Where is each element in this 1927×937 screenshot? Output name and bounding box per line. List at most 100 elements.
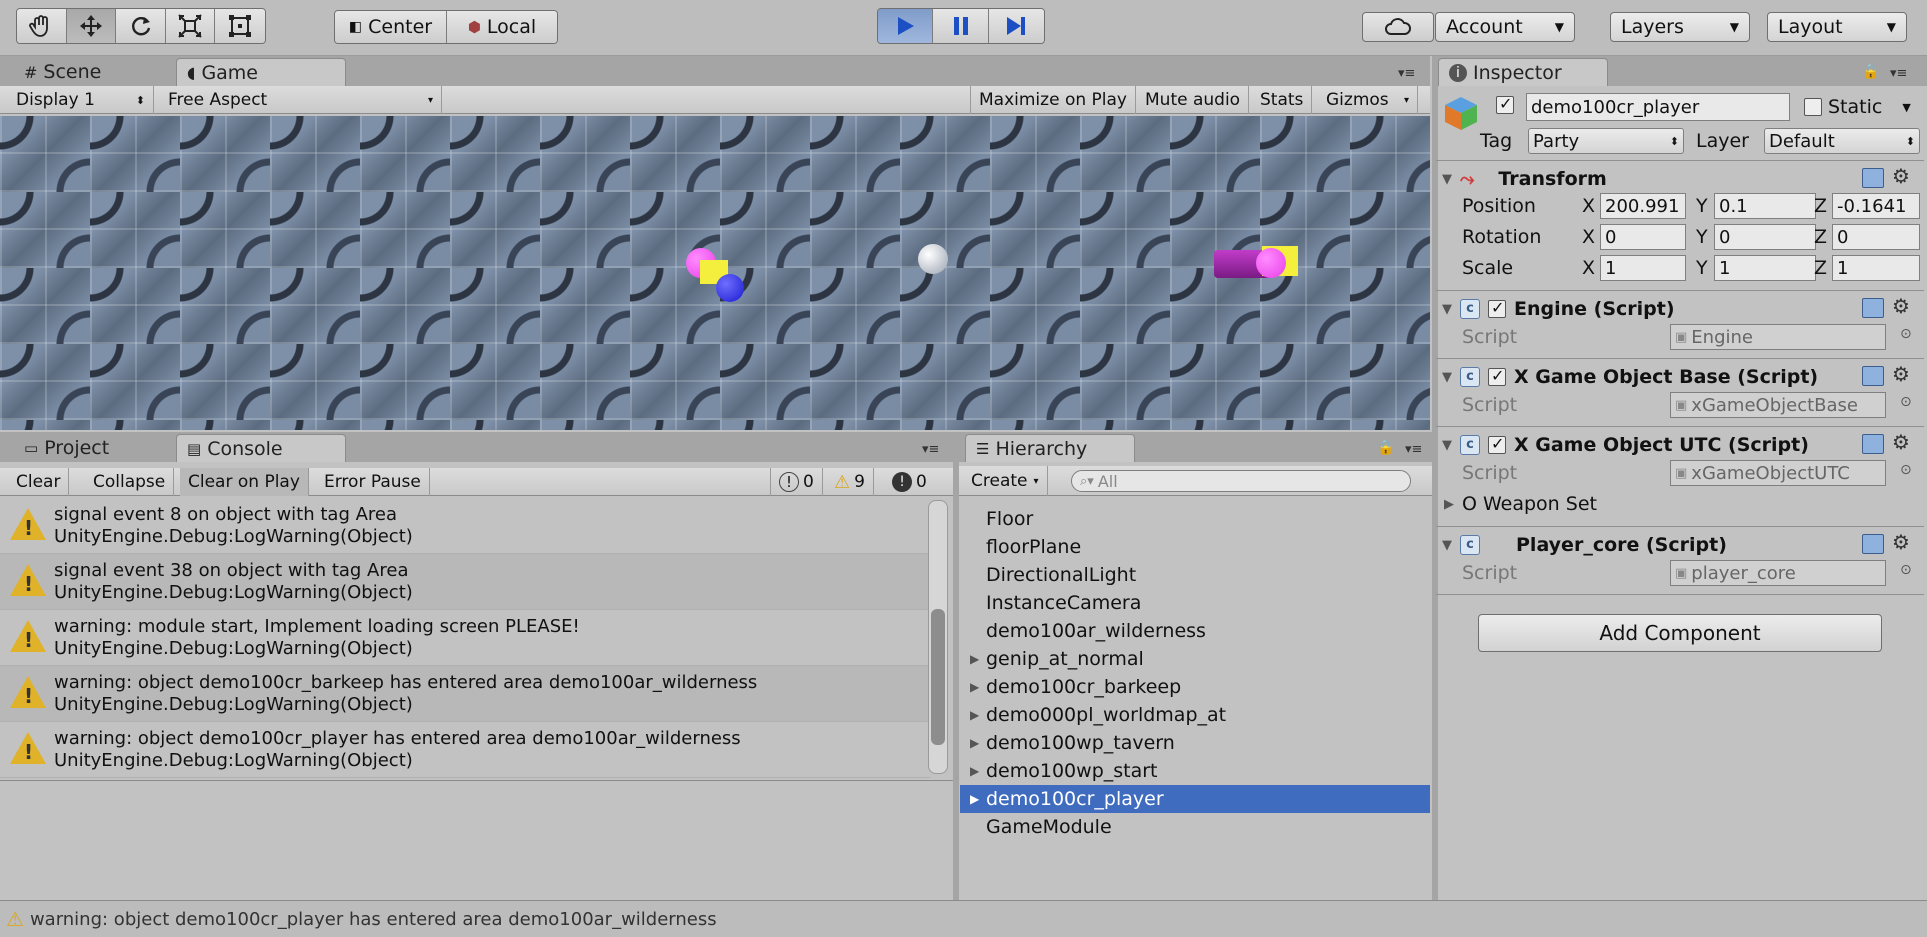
- scale-y-field[interactable]: 1: [1714, 255, 1816, 281]
- stats-toggle[interactable]: Stats: [1252, 86, 1313, 114]
- static-toggle[interactable]: Static ▼: [1804, 96, 1911, 118]
- add-component-button[interactable]: Add Component: [1478, 614, 1882, 652]
- panel-menu-icon[interactable]: ▾≡: [1405, 442, 1422, 457]
- hierarchy-item[interactable]: ▶ demo100cr_barkeep: [960, 673, 1430, 701]
- scale-z-field[interactable]: 1: [1832, 255, 1920, 281]
- move-tool-button[interactable]: [66, 9, 117, 43]
- status-bar[interactable]: ⚠ warning: object demo100cr_player has e…: [0, 900, 1927, 937]
- log-entry[interactable]: signal event 8 on object with tag Area U…: [0, 498, 930, 554]
- object-picker-icon[interactable]: ⊙: [1900, 394, 1912, 410]
- expand-arrow-icon[interactable]: ▶: [970, 792, 984, 806]
- gear-icon[interactable]: ⚙: [1892, 430, 1910, 454]
- warning-count-toggle[interactable]: ⚠ 9: [826, 468, 874, 496]
- info-count-toggle[interactable]: ! 0: [770, 468, 823, 496]
- script-field[interactable]: ▣ Engine: [1670, 324, 1886, 350]
- display-dropdown[interactable]: Display 1 ⬍: [8, 86, 154, 114]
- error-pause-toggle[interactable]: Error Pause: [316, 468, 430, 496]
- pivot-local-button[interactable]: ⬢ Local: [447, 11, 557, 43]
- pivot-center-button[interactable]: ◧ Center: [335, 11, 447, 43]
- scrollbar-thumb[interactable]: [931, 609, 945, 745]
- tab-project[interactable]: ▭ Project: [14, 434, 119, 462]
- xgob-component-header[interactable]: ▼ c X Game Object Base (Script): [1436, 360, 1924, 394]
- hierarchy-item[interactable]: ▶ demo100wp_start: [960, 757, 1430, 785]
- aspect-dropdown[interactable]: Free Aspect ▾: [160, 86, 442, 114]
- play-button[interactable]: [878, 9, 934, 43]
- hierarchy-item[interactable]: ▶ demo100wp_tavern: [960, 729, 1430, 757]
- log-entry[interactable]: warning: module start, Implement loading…: [0, 610, 930, 666]
- expand-arrow-icon[interactable]: ▶: [970, 736, 984, 750]
- foldout-arrow-icon[interactable]: ▶: [1444, 497, 1454, 512]
- script-field[interactable]: ▣ xGameObjectUTC: [1670, 460, 1886, 486]
- gear-icon[interactable]: ⚙: [1892, 362, 1910, 386]
- hierarchy-item[interactable]: demo100ar_wilderness: [960, 617, 1430, 645]
- foldout-arrow-icon[interactable]: ▼: [1442, 172, 1452, 187]
- object-name-field[interactable]: demo100cr_player: [1526, 93, 1790, 121]
- object-picker-icon[interactable]: ⊙: [1900, 562, 1912, 578]
- hierarchy-item[interactable]: InstanceCamera: [960, 589, 1430, 617]
- hierarchy-item[interactable]: DirectionalLight: [960, 561, 1430, 589]
- help-book-icon[interactable]: [1862, 168, 1884, 188]
- transform-header[interactable]: ▼ ⤳ Transform: [1436, 162, 1924, 196]
- help-book-icon[interactable]: [1862, 366, 1884, 386]
- create-dropdown[interactable]: Create ▾: [963, 466, 1048, 496]
- help-book-icon[interactable]: [1862, 434, 1884, 454]
- expand-arrow-icon[interactable]: ▶: [970, 652, 984, 666]
- foldout-arrow-icon[interactable]: ▼: [1442, 370, 1452, 385]
- panel-menu-icon[interactable]: ▾≡: [1890, 66, 1907, 81]
- static-checkbox[interactable]: [1804, 98, 1822, 116]
- panel-menu-icon[interactable]: ▾≡: [1398, 66, 1415, 81]
- rotation-z-field[interactable]: 0: [1832, 224, 1920, 250]
- foldout-arrow-icon[interactable]: ▼: [1442, 302, 1452, 317]
- gear-icon[interactable]: ⚙: [1892, 164, 1910, 188]
- log-entry[interactable]: warning: object demo100cr_player has ent…: [0, 722, 930, 778]
- gizmos-dropdown[interactable]: Gizmos ▾: [1318, 86, 1418, 114]
- scale-x-field[interactable]: 1: [1600, 255, 1686, 281]
- layout-dropdown[interactable]: Layout ▼: [1767, 12, 1907, 42]
- hierarchy-item-selected[interactable]: ▶ demo100cr_player: [960, 785, 1430, 813]
- console-scrollbar[interactable]: [928, 500, 948, 774]
- weapon-set-foldout[interactable]: ▶ O Weapon Set: [1444, 493, 1597, 515]
- expand-arrow-icon[interactable]: ▶: [970, 764, 984, 778]
- xgoutc-component-header[interactable]: ▼ c X Game Object UTC (Script): [1436, 428, 1924, 462]
- object-picker-icon[interactable]: ⊙: [1900, 462, 1912, 478]
- help-book-icon[interactable]: [1862, 298, 1884, 318]
- position-z-field[interactable]: -0.1641: [1832, 193, 1920, 219]
- hierarchy-search-input[interactable]: ⌕▾ All: [1071, 470, 1411, 492]
- scale-tool-button[interactable]: [165, 9, 216, 43]
- expand-arrow-icon[interactable]: ▶: [970, 708, 984, 722]
- foldout-arrow-icon[interactable]: ▼: [1442, 538, 1452, 553]
- player-core-component-header[interactable]: ▼ c Player_core (Script): [1436, 528, 1924, 562]
- lock-icon[interactable]: 🔒: [1377, 440, 1394, 456]
- tab-hierarchy[interactable]: ☰ Hierarchy: [965, 434, 1135, 462]
- layer-dropdown[interactable]: Default ⬍: [1764, 128, 1920, 154]
- help-book-icon[interactable]: [1862, 534, 1884, 554]
- rect-tool-button[interactable]: [215, 9, 265, 43]
- mute-audio-toggle[interactable]: Mute audio: [1137, 86, 1250, 114]
- rotation-y-field[interactable]: 0: [1714, 224, 1816, 250]
- component-enabled-checkbox[interactable]: [1488, 366, 1506, 386]
- component-enabled-checkbox[interactable]: [1488, 298, 1506, 318]
- script-field[interactable]: ▣ xGameObjectBase: [1670, 392, 1886, 418]
- tab-game[interactable]: ◖ Game: [176, 58, 346, 86]
- expand-arrow-icon[interactable]: ▶: [970, 680, 984, 694]
- hand-tool-button[interactable]: [17, 9, 67, 43]
- tab-console[interactable]: ▤ Console: [176, 434, 346, 462]
- error-count-toggle[interactable]: ! 0: [884, 468, 935, 496]
- gear-icon[interactable]: ⚙: [1892, 530, 1910, 554]
- rotate-tool-button[interactable]: [116, 9, 166, 43]
- hierarchy-item[interactable]: ▶ demo000pl_worldmap_at: [960, 701, 1430, 729]
- game-viewport[interactable]: [0, 116, 1430, 430]
- clear-button[interactable]: Clear: [8, 468, 70, 496]
- log-entry[interactable]: signal event 38 on object with tag Area …: [0, 554, 930, 610]
- step-button[interactable]: [988, 9, 1044, 43]
- cloud-button[interactable]: [1362, 12, 1434, 42]
- rotation-x-field[interactable]: 0: [1600, 224, 1686, 250]
- maximize-on-play-toggle[interactable]: Maximize on Play: [970, 86, 1136, 114]
- object-picker-icon[interactable]: ⊙: [1900, 326, 1912, 342]
- layers-dropdown[interactable]: Layers ▼: [1610, 12, 1750, 42]
- engine-component-header[interactable]: ▼ c Engine (Script): [1436, 292, 1924, 326]
- log-entry[interactable]: warning: object demo100cr_barkeep has en…: [0, 666, 930, 722]
- chevron-down-icon[interactable]: ▼: [1902, 101, 1910, 114]
- component-enabled-checkbox[interactable]: [1488, 434, 1506, 454]
- hierarchy-item[interactable]: GameModule: [960, 813, 1430, 841]
